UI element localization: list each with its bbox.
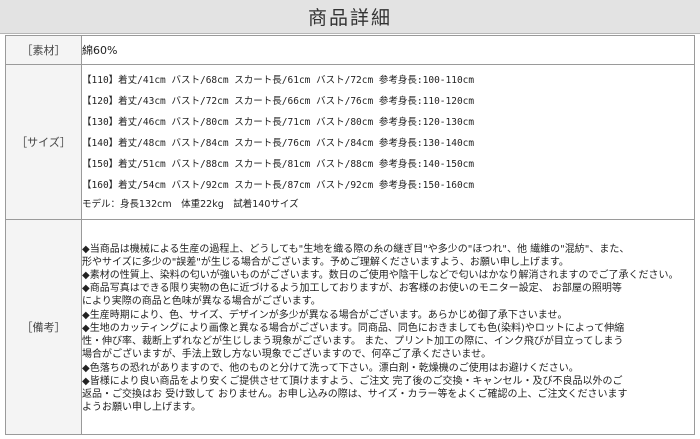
note-line: 形やサイズに多少の"誤差"が生じる場合がございます。予めご理解くださいますよう、…: [82, 256, 569, 268]
note-line: 場合がございますが、手法上致し方ない現象でございますので、何卒ご了承くださいませ…: [82, 349, 492, 361]
size-label: ［サイズ］: [5, 64, 82, 220]
note-line: ◆皆様により良い商品をより安くご提供させて頂けますよう、ご注文 完了後のご交換・…: [82, 375, 623, 387]
note-line: ◆当商品は機械による生産の過程上、どうしても"生地を織る際の糸の継ぎ目"や多少の…: [82, 243, 630, 255]
material-value-cell: 綿60%: [81, 35, 695, 65]
size-line-120: 【120】着丈/43cm バスト/72cm スカート長/66cm バスト/76c…: [82, 96, 475, 107]
size-line-160: 【160】着丈/54cm バスト/92cm スカート長/87cm バスト/92c…: [82, 180, 475, 191]
notes-value-cell: ◆当商品は機械による生産の過程上、どうしても"生地を織る際の糸の継ぎ目"や多少の…: [81, 219, 695, 435]
notes-label: ［備考］: [5, 219, 82, 435]
spec-table: ［素材］ 綿60% ［サイズ］ 【110】着丈/41cm バスト/68cm スカ…: [5, 35, 695, 435]
material-row: ［素材］ 綿60%: [5, 35, 695, 65]
notes-text: ◆当商品は機械による生産の過程上、どうしても"生地を織る際の糸の継ぎ目"や多少の…: [82, 240, 694, 415]
material-value: 綿60%: [82, 44, 118, 57]
material-label: ［素材］: [5, 35, 82, 65]
note-line: ◆商品写真はできる限り実物の色に近づけるよう加工しておりますが、お客様のお使いの…: [82, 283, 622, 295]
note-line: 返品・ご交換はお 受け致して おりません。お申し込みの際は、サイズ・カラー等をよ…: [82, 388, 628, 400]
page-title: 商品詳細: [0, 0, 700, 34]
size-line-110: 【110】着丈/41cm バスト/68cm スカート長/61cm バスト/72c…: [82, 75, 475, 86]
model-info: モデル：身長132cm 体重22kg 試着140サイズ: [82, 199, 299, 210]
note-line: ◆生地のカッティングにより画像と異なる場合がございます。同商品、同色におきまして…: [82, 322, 625, 334]
product-detail-page: 商品詳細 ［素材］ 綿60% ［サイズ］ 【110】着丈/41cm バスト/68…: [0, 0, 700, 439]
size-row: ［サイズ］ 【110】着丈/41cm バスト/68cm スカート長/61cm バ…: [5, 64, 695, 220]
note-line: により実際の商品と色味が異なる場合がございます。: [82, 296, 321, 308]
note-line: ◆素材の性質上、染料の匂いが強いものがございます。数日のご使用や陰干しなどで匂い…: [82, 270, 679, 282]
size-line-140: 【140】着丈/48cm バスト/84cm スカート長/76cm バスト/84c…: [82, 138, 475, 149]
note-line: ◆色落ちの恐れがありますので、他のものと分けて洗って下さい。漂白剤・乾燥機のご使…: [82, 362, 579, 374]
size-line-130: 【130】着丈/46cm バスト/80cm スカート長/71cm バスト/80c…: [82, 117, 475, 128]
notes-row: ［備考］ ◆当商品は機械による生産の過程上、どうしても"生地を織る際の糸の継ぎ目…: [5, 219, 695, 435]
note-line: ようお願い申し上げます。: [82, 402, 201, 414]
note-line: ◆生産時期により、色、サイズ、デザインが多少が異なる場合がございます。あらかじめ…: [82, 309, 568, 321]
size-value-cell: 【110】着丈/41cm バスト/68cm スカート長/61cm バスト/72c…: [81, 64, 695, 220]
note-line: 性・伸び率、裁断上ずれなどが生じしまう現象がございます。 また、プリント加工の際…: [82, 336, 624, 348]
size-line-150: 【150】着丈/51cm バスト/88cm スカート長/81cm バスト/88c…: [82, 159, 475, 170]
